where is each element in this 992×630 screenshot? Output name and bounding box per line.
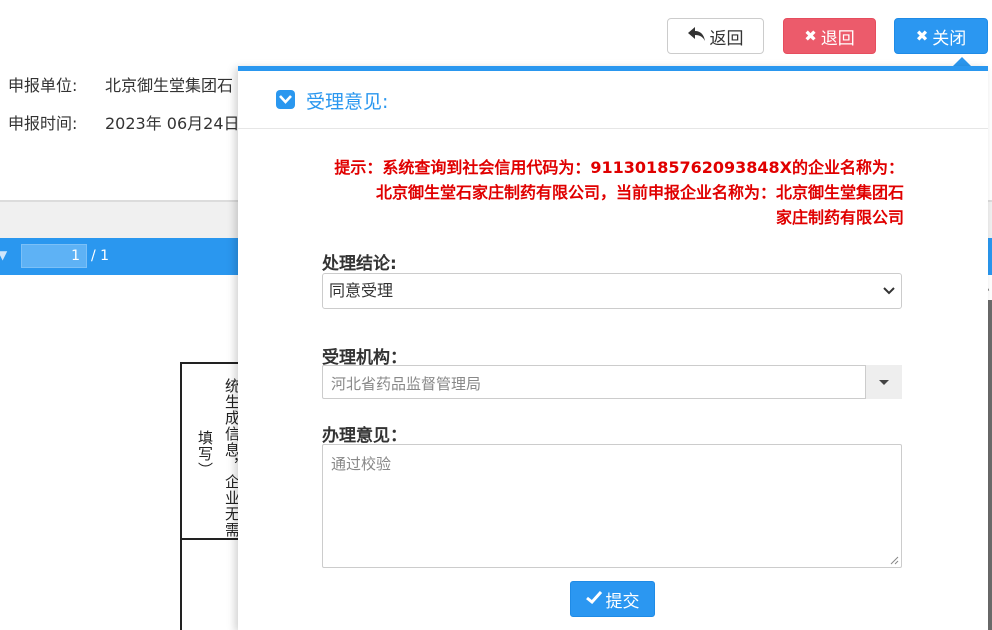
close-icon: ✖ <box>804 27 817 45</box>
org-dropdown-button[interactable] <box>865 365 902 399</box>
conclusion-select[interactable]: 同意受理 <box>322 273 902 309</box>
document-table-line <box>180 538 240 540</box>
warning-line: 提示：系统查询到社会信用代码为：91130185762093848X的企业名称为… <box>334 158 904 177</box>
resize-grip-icon[interactable] <box>890 556 899 565</box>
submit-label: 提交 <box>605 591 640 612</box>
check-icon <box>585 589 602 609</box>
info-row-time: 申报时间: 2023年 06月24日 <box>8 110 240 134</box>
chevron-down-icon <box>883 274 895 322</box>
info-row-unit: 申报单位: 北京御生堂集团石 <box>8 72 233 96</box>
time-label: 申报时间: <box>8 114 78 133</box>
reply-icon <box>687 27 706 45</box>
opinion-placeholder: 通过校验 <box>331 455 392 473</box>
conclusion-label: 处理结论: <box>322 254 397 274</box>
return-button[interactable]: ✖ 退回 <box>783 18 876 54</box>
org-input[interactable]: 河北省药品监督管理局 <box>331 373 481 394</box>
page-total: / 1 <box>91 248 110 264</box>
back-label: 返回 <box>709 28 744 49</box>
page-down-icon[interactable]: ▼ <box>0 248 7 262</box>
page-number-input[interactable]: 1 <box>21 244 87 268</box>
popover-header: 受理意见: <box>238 71 988 129</box>
close-icon: ✖ <box>915 27 929 45</box>
caret-down-icon <box>879 380 889 385</box>
chevron-down-icon <box>276 90 295 109</box>
back-button[interactable]: 返回 <box>667 18 764 54</box>
conclusion-value: 同意受理 <box>329 281 394 300</box>
close-button[interactable]: ✖ 关闭 <box>894 18 988 54</box>
time-value: 2023年 06月24日 <box>105 114 240 133</box>
close-label: 关闭 <box>932 28 967 49</box>
return-label: 退回 <box>820 28 855 49</box>
unit-value: 北京御生堂集团石 <box>105 76 234 95</box>
warning-line: 家庄制药有限公司 <box>775 208 904 227</box>
accept-opinion-popover: 受理意见: 提示：系统查询到社会信用代码为：91130185762093848X… <box>238 66 988 630</box>
document-text: 填写） <box>196 430 214 478</box>
org-combobox[interactable]: 河北省药品监督管理局 <box>322 365 902 399</box>
submit-button[interactable]: 提交 <box>570 581 655 617</box>
document-table-line <box>180 362 182 630</box>
warning-message: 提示：系统查询到社会信用代码为：91130185762093848X的企业名称为… <box>308 155 904 230</box>
popover-title: 受理意见: <box>306 91 389 113</box>
opinion-label: 办理意见： <box>322 426 407 446</box>
unit-label: 申报单位: <box>8 76 78 95</box>
document-table-line <box>180 362 240 364</box>
opinion-textarea[interactable]: 通过校验 <box>322 444 902 568</box>
popover-arrow <box>953 57 971 66</box>
warning-line: 北京御生堂石家庄制药有限公司，当前申报企业名称为：北京御生堂集团石 <box>375 183 904 202</box>
